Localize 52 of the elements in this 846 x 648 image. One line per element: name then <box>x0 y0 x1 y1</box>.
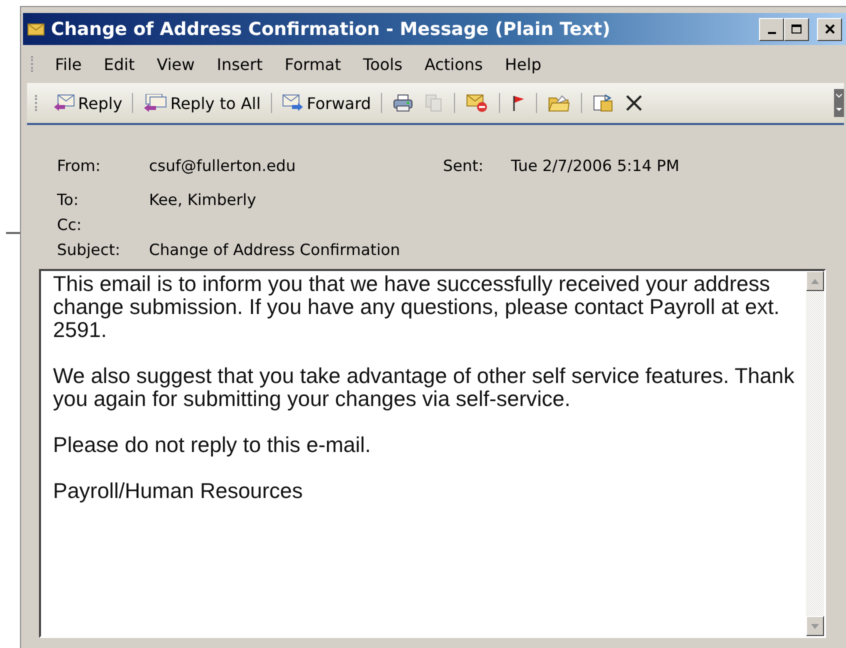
triangle-down-icon <box>811 624 819 628</box>
field-label: To: <box>57 190 80 211</box>
minimize-button[interactable] <box>759 18 784 40</box>
clipboard-icon <box>593 94 614 112</box>
triangle-up-icon <box>811 278 819 284</box>
menu-item[interactable]: Format <box>276 52 350 76</box>
menu-grip[interactable] <box>31 56 36 72</box>
body-paragraph: Please do not reply to this e-mail. <box>53 434 372 457</box>
folder-icon <box>548 94 570 112</box>
close-button[interactable] <box>817 18 842 40</box>
minimize-icon <box>768 32 776 34</box>
printer-icon <box>393 94 414 112</box>
body-paragraph: Payroll/Human Resources <box>53 480 304 503</box>
field-label: Sent: <box>443 156 484 177</box>
copy-icon <box>425 94 444 112</box>
sender-address: csuf@fullerton.edu <box>149 156 297 177</box>
flag-icon <box>511 94 526 112</box>
close-icon <box>824 24 834 34</box>
menu-item[interactable]: Help <box>496 52 550 76</box>
field-label: From: <box>57 156 102 177</box>
chevron-icon <box>836 94 842 98</box>
menu-item[interactable]: Edit <box>94 52 144 76</box>
forward-icon <box>282 94 304 112</box>
toolbar-grip[interactable] <box>35 95 40 111</box>
subject-text: Change of Address Confirmation <box>149 240 402 261</box>
reply-all-icon <box>143 94 168 112</box>
reply-icon <box>53 94 75 112</box>
sent-date: Tue 2/7/2006 5:14 PM <box>511 156 680 177</box>
scroll-down-button[interactable] <box>806 616 824 636</box>
field-label: Subject: <box>57 240 122 261</box>
menu-item[interactable]: File <box>46 52 91 76</box>
body-paragraph: This email is to inform you that we have successfully received your address change submission. If you have any questions, please contact Payroll at ext. 2591. <box>53 273 781 342</box>
scrollbar[interactable] <box>806 271 824 636</box>
field-label: Cc: <box>57 215 83 236</box>
envelope-block-icon <box>466 93 488 113</box>
body-paragraph: We also suggest that you take advantage of other self service features. Thank you again for submitting your changes via self-service. <box>53 365 796 411</box>
envelope-icon <box>27 22 45 36</box>
menu-item[interactable]: Tools <box>354 52 412 76</box>
menu-item[interactable]: Insert <box>208 52 272 76</box>
menu-item[interactable]: Actions <box>415 52 492 76</box>
recipient-name: Kee, Kimberly <box>149 190 258 211</box>
reply-button[interactable]: Reply <box>50 92 126 114</box>
maximize-button[interactable] <box>784 18 809 40</box>
triangle-down-icon <box>836 108 842 112</box>
maximize-icon <box>791 24 802 34</box>
scroll-up-button[interactable] <box>806 271 824 291</box>
reply-all-button[interactable]: Reply to All <box>140 92 264 114</box>
window-title: Change of Address Confirmation - Message (Plain Text) <box>51 18 612 40</box>
toolbar-options-button[interactable] <box>834 89 844 117</box>
forward-button[interactable]: Forward <box>278 92 374 114</box>
menu-item[interactable]: View <box>148 52 204 76</box>
close-icon <box>625 94 644 112</box>
